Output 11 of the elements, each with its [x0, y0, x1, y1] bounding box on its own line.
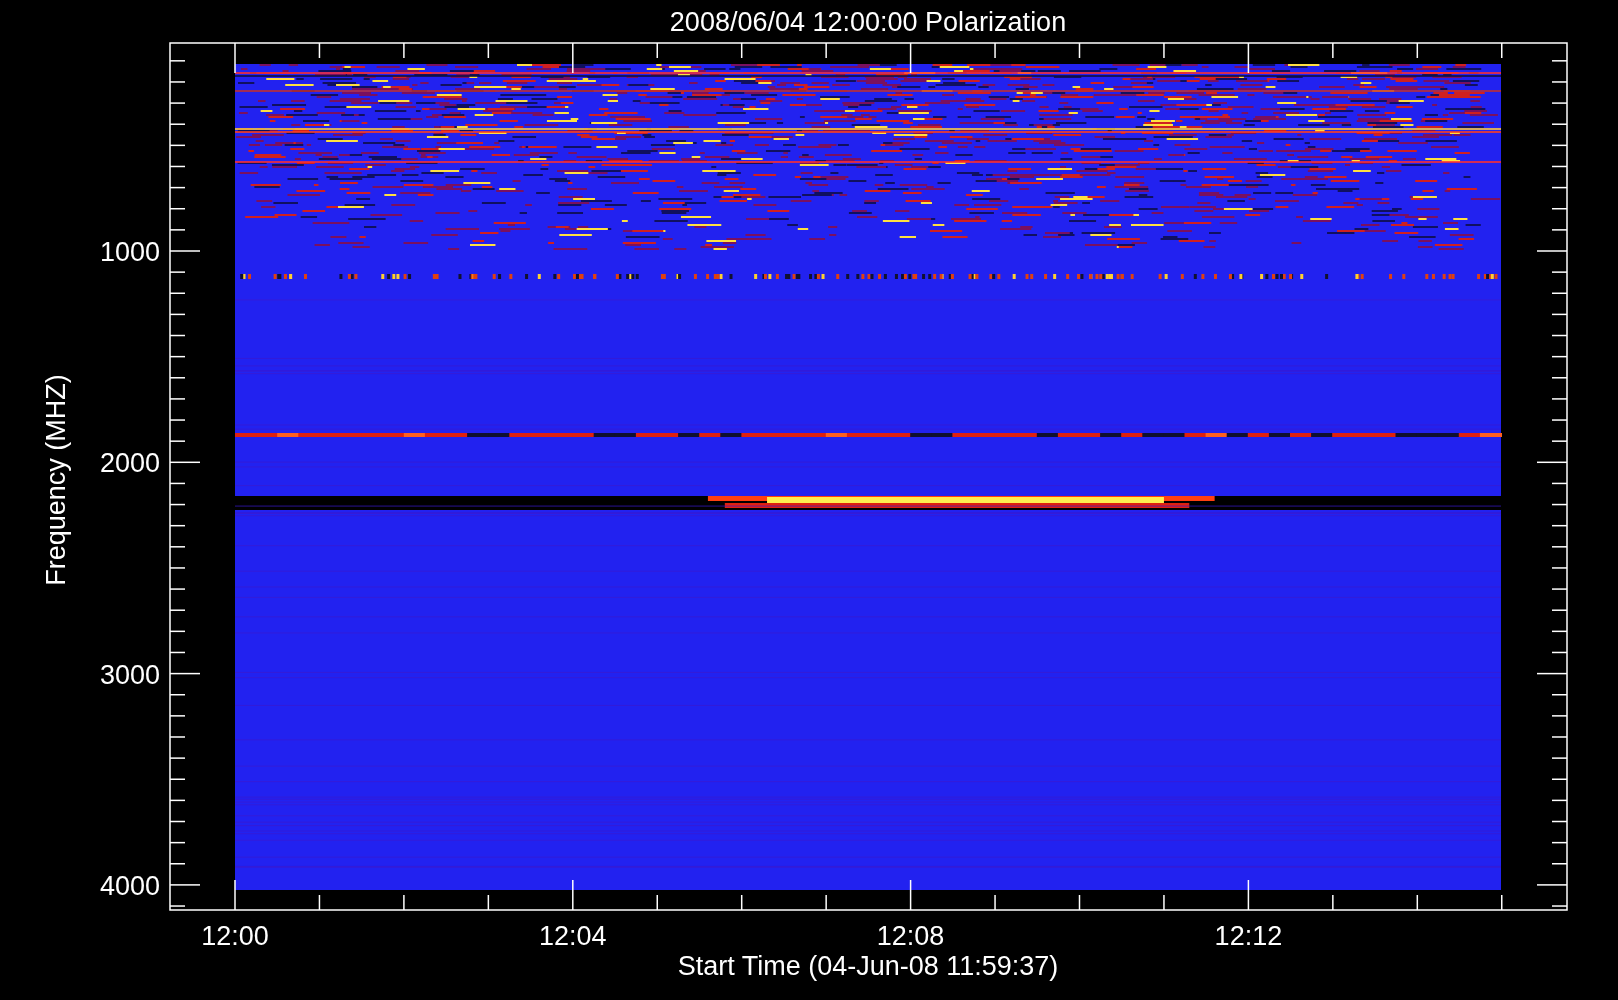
plot-title: 2008/06/04 12:00:00 Polarization	[669, 7, 1067, 37]
y-tick-label: 1000	[99, 237, 160, 267]
x-axis-label: Start Time (04-Jun-08 11:59:37)	[677, 951, 1059, 981]
x-tick-label: 12:04	[539, 921, 607, 951]
y-tick-label: 4000	[99, 870, 160, 901]
y-axis-label: Frequency (MHZ)	[41, 374, 71, 586]
x-tick-label: 12:08	[876, 921, 945, 951]
y-tick-label: 3000	[99, 659, 160, 690]
x-tick-label: 12:00	[201, 921, 269, 951]
x-tick-label: 12:12	[1214, 921, 1283, 951]
y-tick-label: 2000	[99, 448, 160, 479]
